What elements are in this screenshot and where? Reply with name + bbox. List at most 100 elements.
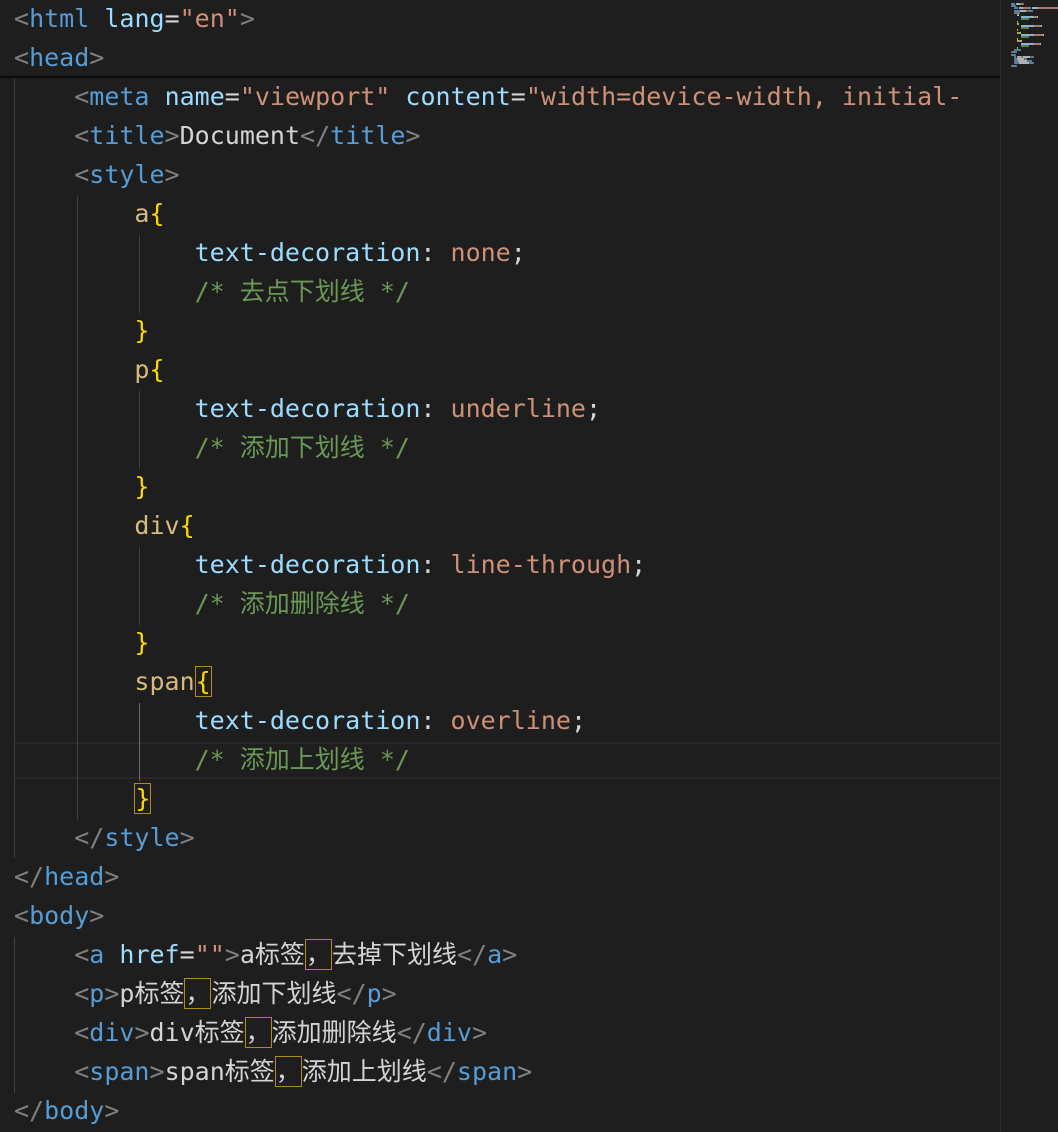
- code-line[interactable]: a{: [14, 194, 164, 233]
- minimap-segment: [1023, 3, 1024, 5]
- code-token: =: [164, 4, 180, 33]
- code-token: title: [89, 121, 165, 150]
- minimap-segment: [1033, 25, 1041, 27]
- code-token: }: [134, 628, 150, 657]
- code-token: p标签: [119, 979, 185, 1008]
- code-token: underline: [450, 394, 586, 423]
- code-line[interactable]: /* 添加删除线 */: [14, 584, 410, 623]
- code-token: :: [420, 706, 451, 735]
- code-token: /* 添加下划线 */: [194, 433, 410, 462]
- code-token: /* 添加删除线 */: [194, 589, 410, 618]
- code-line[interactable]: p{: [14, 350, 164, 389]
- code-token: a标签: [239, 940, 305, 969]
- code-area[interactable]: <html lang="en"> <head> <meta name="viewp…: [0, 0, 1000, 1132]
- code-line[interactable]: <html lang="en">: [14, 0, 255, 38]
- minimap-segment: [1015, 64, 1017, 67]
- code-line[interactable]: }: [14, 779, 152, 818]
- code-line[interactable]: <title>Document</title>: [14, 116, 420, 155]
- minimap-segment: [1033, 33, 1043, 36]
- code-token: /* 添加上划线 */: [194, 745, 410, 774]
- code-line[interactable]: <p>p标签，添加下划线</p>: [14, 974, 397, 1013]
- code-line[interactable]: <a href="">a标签，去掉下划线</a>: [14, 935, 517, 974]
- code-line[interactable]: text-decoration: overline;: [14, 701, 586, 740]
- code-line[interactable]: <style>: [14, 155, 179, 194]
- minimap-segment: [1031, 9, 1033, 12]
- code-line[interactable]: </body>: [14, 1091, 119, 1130]
- code-line[interactable]: text-decoration: line-through;: [14, 545, 647, 584]
- code-line[interactable]: }: [14, 623, 149, 662]
- code-token: a: [487, 940, 503, 969]
- code-token: 添加上划线: [301, 1057, 427, 1086]
- minimap-segment: [1020, 44, 1030, 47]
- code-token: text-decoration: [194, 238, 421, 267]
- code-token: >: [224, 940, 240, 969]
- code-token: content: [405, 82, 511, 111]
- code-line[interactable]: }: [14, 467, 149, 506]
- code-token: >: [89, 43, 105, 72]
- minimap-segment: [1019, 49, 1021, 52]
- code-line[interactable]: <body>: [14, 896, 104, 935]
- code-line[interactable]: <head>: [14, 38, 104, 77]
- code-token: {: [194, 666, 212, 697]
- code-line[interactable]: /* 去点下划线 */: [14, 272, 410, 311]
- minimap-segment: [1043, 33, 1044, 36]
- code-line[interactable]: </head>: [14, 857, 119, 896]
- code-line[interactable]: <div>div标签，添加删除线</div>: [14, 1013, 487, 1052]
- code-line[interactable]: div{: [14, 506, 194, 545]
- code-token: }: [134, 472, 150, 501]
- code-token: </: [14, 1096, 45, 1125]
- code-token: >: [471, 1018, 488, 1047]
- code-line[interactable]: /* 添加上划线 */: [14, 740, 410, 779]
- code-line[interactable]: /* 添加下划线 */: [14, 428, 410, 467]
- minimap-segment: [1040, 25, 1042, 27]
- code-token: html: [29, 4, 90, 33]
- minimap-segment: [1018, 14, 1020, 16]
- code-token: "width=device-width, initial-: [525, 82, 963, 111]
- code-line[interactable]: <meta name="viewport" content="width=dev…: [14, 77, 962, 116]
- code-line[interactable]: <span>span标签，添加上划线</span>: [14, 1052, 532, 1091]
- code-token: ，: [304, 939, 332, 970]
- code-line[interactable]: </style>: [14, 818, 195, 857]
- code-token: ;: [570, 706, 586, 735]
- code-token: :: [420, 550, 451, 579]
- code-token: >: [164, 121, 180, 150]
- code-token: </: [14, 862, 45, 891]
- code-line[interactable]: }: [14, 311, 149, 350]
- minimap-segment: [1018, 22, 1020, 25]
- minimap[interactable]: [1000, 0, 1058, 1132]
- code-token: }: [134, 783, 152, 814]
- minimap-segment: [1020, 18, 1030, 21]
- code-editor[interactable]: <html lang="en"> <head> <meta name="viewp…: [0, 0, 1058, 1132]
- code-token: >: [502, 940, 518, 969]
- code-token: title: [330, 121, 406, 150]
- code-line[interactable]: span{: [14, 662, 212, 701]
- code-token: text-decoration: [194, 550, 421, 579]
- code-token: <: [74, 1057, 90, 1086]
- code-token: a: [134, 199, 150, 228]
- code-token: <: [74, 940, 90, 969]
- code-token: >: [104, 862, 120, 891]
- code-token: p: [366, 979, 382, 1008]
- code-line[interactable]: text-decoration: none;: [14, 233, 526, 272]
- code-token: ，: [274, 1056, 302, 1087]
- code-token: head: [44, 862, 105, 891]
- code-token: >: [405, 121, 421, 150]
- code-token: ;: [510, 238, 526, 267]
- code-line[interactable]: text-decoration: underline;: [14, 389, 601, 428]
- minimap-segment: [1020, 36, 1030, 38]
- code-token: >: [179, 823, 195, 852]
- code-token: =: [224, 82, 240, 111]
